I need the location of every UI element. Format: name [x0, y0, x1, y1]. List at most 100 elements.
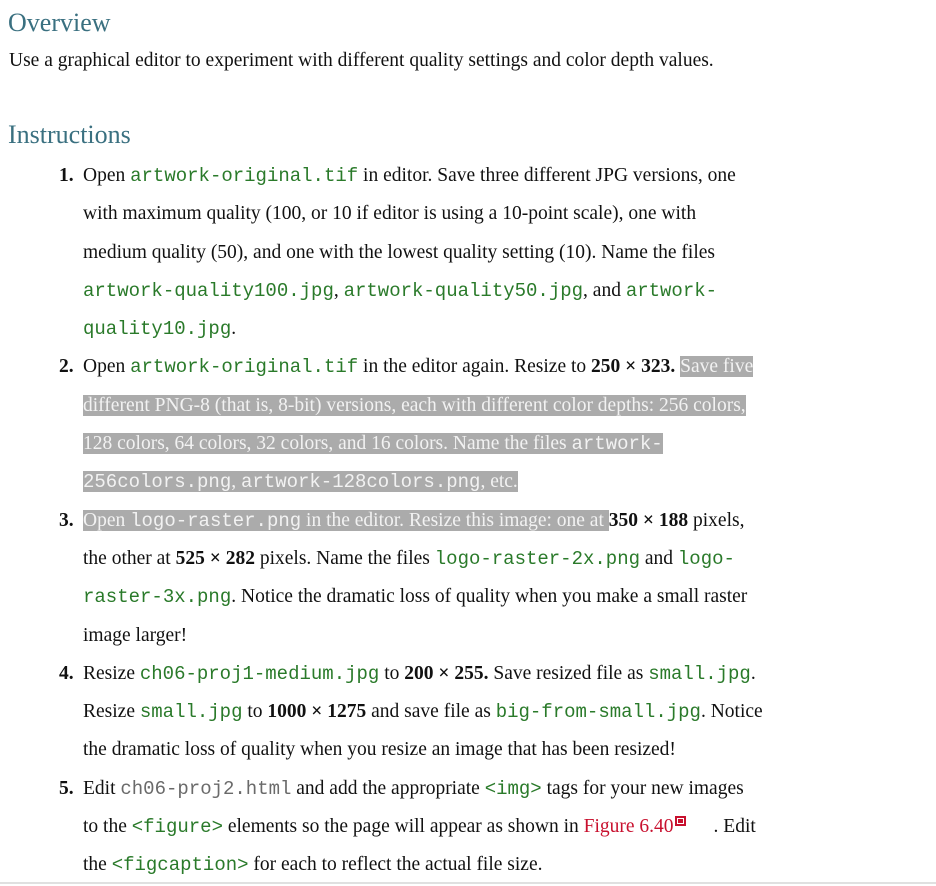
step-number: 5. [59, 777, 74, 799]
selected-text: , etc. [480, 471, 518, 493]
text: Open [83, 165, 131, 186]
step-line: to the <figure> elements so the page wil… [83, 808, 873, 846]
text: Open [83, 356, 131, 378]
code-filename: artwork-quality100.jpg [83, 279, 334, 302]
overview-text: Use a graphical editor to experiment wit… [9, 50, 714, 71]
code-filename: logo- [677, 547, 735, 570]
step-line: 128 colors, 64 colors, 32 colors, and 16… [83, 425, 873, 463]
step-number: 4. [59, 662, 74, 684]
dimension-value: 525 × 282 [175, 547, 255, 569]
overview-heading: Overview [8, 8, 111, 37]
step-line: Resize ch06-proj1-medium.jpg to 200 × 25… [83, 655, 873, 693]
selected-text: logo-raster.png [130, 509, 302, 532]
text: and [640, 547, 678, 569]
step-line: with maximum quality (100, or 10 if edit… [83, 195, 873, 233]
step-line: raster-3x.png. Notice the dramatic loss … [83, 578, 873, 616]
step-line: the other at 525 × 282 pixels. Name the … [83, 540, 873, 578]
selected-text: , [231, 471, 241, 493]
text: the dramatic loss of quality when you re… [83, 739, 676, 761]
code-filename: logo-raster-2x.png [434, 547, 640, 570]
text: Resize [83, 662, 140, 684]
text: to [379, 662, 405, 684]
text: . [750, 662, 756, 684]
text: , [333, 279, 344, 301]
text: . Notice the dramatic loss of quality wh… [231, 586, 748, 608]
step-line: Open artwork-original.tif in the editor … [83, 348, 873, 386]
text: pixels, [688, 509, 745, 531]
selected-text: 128 colors, 64 colors, 32 colors, and 16… [83, 433, 572, 455]
code-filename: <img> [484, 777, 542, 800]
text: with maximum quality (100, or 10 if edit… [83, 203, 697, 225]
step-line: Edit ch06-proj2.html and add the appropr… [83, 770, 873, 808]
code-filename: raster-3x.png [83, 586, 232, 609]
selected-text: artwork-128colors.png [240, 471, 481, 494]
text: the other at [83, 547, 176, 569]
text: the [83, 854, 112, 876]
instruction-step: 2. Open artwork-original.tif in the edito… [0, 348, 873, 501]
text: medium quality (50), and one with the lo… [83, 241, 715, 263]
text: in editor. Save three different JPG vers… [358, 165, 736, 186]
text: pixels. Name the files [254, 547, 435, 569]
step-line: Open artwork-original.tif in editor. Sav… [83, 157, 873, 195]
selected-text: 256colors.png [83, 471, 232, 494]
code-filename: 256colors.png [83, 471, 232, 494]
text: . Edit [713, 816, 756, 838]
step-number: 3. [59, 509, 74, 531]
code-filename: artwork-128colors.png [240, 471, 481, 494]
text: to the [83, 816, 132, 838]
text: image larger! [83, 624, 188, 646]
code-filename: <figure> [131, 816, 223, 839]
code-filename: artwork- [625, 279, 718, 302]
selected-text: Save five [680, 356, 754, 378]
code-filename: small.jpg [648, 662, 751, 685]
text: , and [583, 279, 626, 301]
text: in the editor again. Resize to [358, 356, 592, 378]
code-filename: artwork-original.tif [130, 356, 359, 379]
code-filename: big-from-small.jpg [495, 701, 701, 724]
step-number: 2. [59, 356, 74, 378]
step-number: 1. [59, 165, 74, 186]
code-filename: artwork-original.tif [130, 165, 359, 187]
step-line: artwork-quality100.jpg, artwork-quality5… [83, 272, 873, 310]
text: Save resized file as [488, 662, 649, 684]
instructions-list: 1. Open artwork-original.tif in editor. S… [0, 157, 936, 885]
step-line: Open logo-raster.png in the editor. Resi… [83, 502, 873, 540]
step-line: 256colors.png, artwork-128colors.png, et… [83, 463, 873, 501]
step-line: quality10.jpg. [83, 310, 873, 348]
text: . Notice [700, 701, 763, 723]
dimension-value: 350 × 188 [608, 509, 689, 531]
text: tags for your new images [541, 777, 744, 799]
instruction-step: 3. Open logo-raster.png in the editor. Re… [0, 502, 873, 655]
selected-text: in the editor. Resize this image: one at [301, 509, 609, 531]
step-line: the <figcaption> for each to reflect the… [83, 846, 873, 884]
dimension-value: 200 × 255. [404, 662, 489, 684]
instructions-heading: Instructions [8, 120, 131, 149]
code-filename: artwork- [571, 433, 663, 456]
step-line: different PNG-8 (that is, 8-bit) version… [83, 387, 873, 425]
step-line: the dramatic loss of quality when you re… [83, 731, 873, 769]
code-filename: <figcaption> [111, 854, 249, 877]
text: Edit [83, 777, 121, 799]
code-filename: artwork-quality50.jpg [343, 279, 584, 302]
step-line: image larger! [83, 617, 873, 655]
step-line: Resize small.jpg to 1000 × 1275 and save… [83, 693, 873, 731]
dimension-value: 250 × 323. [591, 356, 676, 378]
step-line: medium quality (50), and one with the lo… [83, 234, 873, 272]
text: to [242, 701, 268, 723]
instruction-step: 5. Edit ch06-proj2.html and add the appro… [0, 770, 873, 885]
code-filename: ch06-proj1-medium.jpg [139, 662, 380, 685]
selected-text: Open [83, 509, 131, 531]
text: . [231, 318, 237, 340]
bottom-divider [0, 882, 936, 884]
dimension-value: 1000 × 1275 [267, 701, 367, 723]
code-filename: logo-raster.png [130, 509, 302, 532]
figure-link[interactable]: Figure 6.40 [584, 816, 674, 837]
external-link-icon[interactable] [674, 816, 686, 827]
text: and save file as [366, 701, 496, 723]
code-filename: quality10.jpg [83, 318, 232, 341]
text: Resize [83, 701, 140, 723]
code-filename: ch06-proj2.html [120, 777, 292, 800]
instruction-step: 1. Open artwork-original.tif in editor. S… [0, 157, 873, 348]
text: elements so the page will appear as show… [222, 816, 584, 838]
selected-text: different PNG-8 (that is, 8-bit) version… [83, 394, 746, 416]
